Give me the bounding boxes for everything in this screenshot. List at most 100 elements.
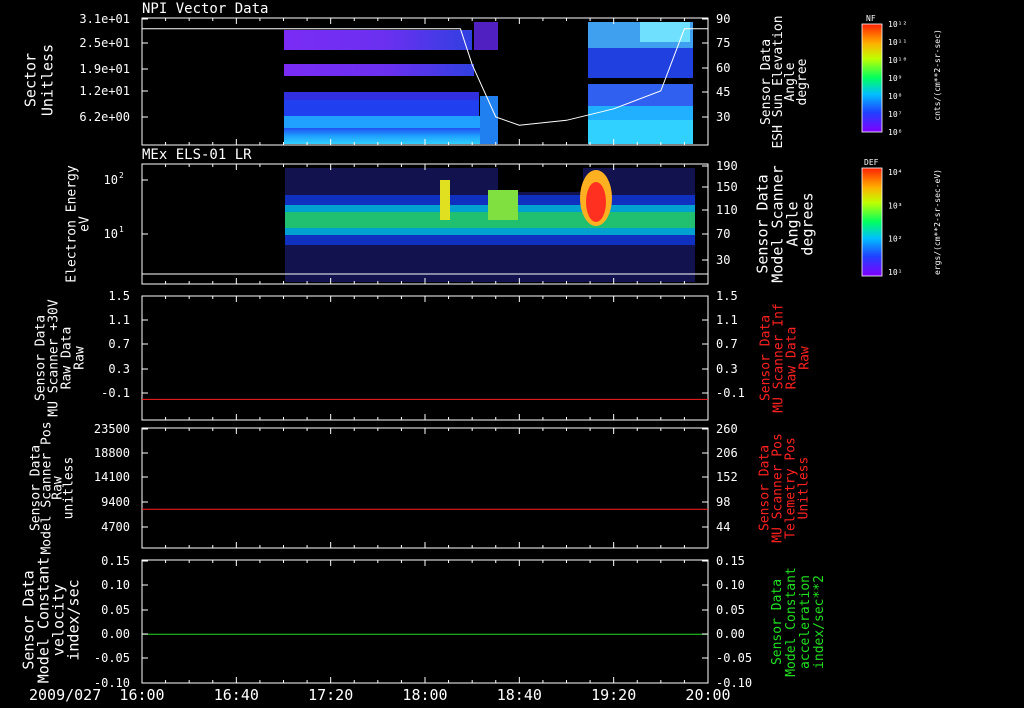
colorbar-nf: NF [861,14,883,133]
panel2-ylabel: Electron EnergyeV [65,165,93,283]
heatmap-hotspot [586,182,606,222]
y-tick-label-right: 206 [716,446,738,460]
heatmap-block [588,48,693,78]
y-tick-label: 23500 [94,422,130,436]
heatmap-block [588,106,693,120]
y-tick-label-right: 60 [716,61,730,75]
y-tick-label: 4700 [101,520,130,534]
panel4-ylabel-right-line: Unitless [797,457,812,520]
colorbar-tick: 10⁴ [888,168,902,177]
y-tick-label-right: 30 [716,253,730,267]
panel1-ylabel-line: Unitless [39,44,57,116]
y-tick-label-right: 1.1 [716,313,738,327]
tplot-figure: NPI Vector Data MEx ELS-01 LR 16:00 16:4… [20,1,943,704]
panel4-frame [141,427,709,549]
y-tick-label: -0.1 [101,386,130,400]
y-tick-label-right: 0.10 [716,578,745,592]
y-tick-label-right: 0.00 [716,627,745,641]
y-tick-label: 0.00 [101,627,130,641]
y-tick-label: 9400 [101,495,130,509]
heatmap-band [284,128,494,144]
time-axis-label: 16:40 [214,686,259,704]
y-tick-label-right: -0.05 [716,651,752,665]
panel3-ylabel-right-line: Raw [798,346,813,370]
time-axis-label: 18:40 [497,686,542,704]
y-tick-label-right: 1.5 [716,289,738,303]
y-tick-label-right: 190 [716,159,738,173]
time-axis-label: 18:00 [402,686,447,704]
panel2-heatmap [285,168,695,282]
heatmap-block [640,22,690,42]
colorbar-nf-units: cnts/(cm**2-sr-sec) [933,29,942,121]
time-axis-label: 17:20 [308,686,353,704]
panel2-title: MEx ELS-01 LR [142,147,252,163]
panel-constant-velocity [141,559,709,684]
y-tick-label: 0.7 [108,337,130,351]
heatmap-edge [474,22,498,50]
panel1-ylabel: Sector Unitless [22,44,57,116]
panel5-ylabel-line: index/sec [65,579,83,660]
y-tick-label: 10 [104,227,118,241]
y-tick-label-right: 44 [716,520,730,534]
heatmap-edge [480,96,498,144]
panel3-ylabel-line: Raw [73,346,88,370]
colorbar-nf-units-line: cnts/(cm**2-sr-sec) [933,29,942,121]
colorbar-def-gradient [861,167,883,277]
y-tick-label: 0.05 [101,603,130,617]
y-tick-label-right: 0.05 [716,603,745,617]
panel2-ylabel-right: Sensor DataModel ScannerAngledegrees [754,165,817,282]
panel5-ylabel-right-line: acceleration [798,575,813,669]
y-tick-label-right: 0.3 [716,362,738,376]
y-tick-label: 1.1 [108,313,130,327]
panel5-ylabel: Sensor DataModel Constantvelocityindex/s… [20,557,83,683]
y-tick-label-right: 30 [716,110,730,124]
heatmap-band [284,92,479,100]
colorbar-tick: 10¹⁰ [888,56,907,65]
panel3-ylabel: Sensor DataMU Scanner +30VRaw DataRaw [34,299,88,417]
colorbar-def-units: ergs/(cm**2-sr-sec-eV) [933,169,942,275]
y-tick-exponent: 1 [119,225,124,234]
colorbar-tick: 10¹¹ [888,38,907,47]
y-tick-label-right: -0.1 [716,386,745,400]
colorbar-tick: 10⁸ [888,92,902,101]
panel3-ylabel-right: Sensor DataMU Scanner InfRaw DataRaw [759,303,813,413]
panel5-ylabel-right-line: Sensor Data [770,579,785,665]
y-tick-label-right: 98 [716,495,730,509]
panel1-ylabel-right-line: degree [795,58,810,105]
time-axis-label: 19:20 [591,686,636,704]
panel5-frame [141,559,709,684]
heatmap-block [588,120,693,144]
colorbar-tick: 10¹ [888,268,902,277]
y-tick-label-right: 260 [716,422,738,436]
y-tick-label: 3.1e+01 [79,12,130,26]
y-tick-label: 2.5e+01 [79,36,130,50]
panel-mu-scanner-30v [141,295,709,421]
colorbar-def: DEF [861,158,883,277]
heatmap-band [284,100,479,116]
colorbar-def-units-line: ergs/(cm**2-sr-sec-eV) [933,169,942,275]
colorbar-tick: 10¹² [888,20,907,29]
panel1-heatmap [284,22,693,144]
y-tick-label: 1.5 [108,289,130,303]
date-label: 2009/027 [29,686,101,704]
colorbar-tick: 10⁹ [888,74,902,83]
colorbar-tick: 10² [888,235,902,244]
heatmap-spike [440,180,450,220]
colorbar-nf-label: NF [866,14,876,23]
y-tick-label-right: 110 [716,203,738,217]
y-tick-label: 18800 [94,446,130,460]
panel5-ylabel-right-line: Model Constant [784,567,799,677]
y-tick-label: 0.10 [101,578,130,592]
panel2-ylabel-right-line: degrees [799,192,817,255]
y-tick-label: -0.05 [94,651,130,665]
heatmap-band [284,116,484,128]
y-tick-label: 0.3 [108,362,130,376]
panel4-ylabel-line: unitless [62,457,77,520]
panel1-ylabel-right: Sensor DataESH Sun ElevationAngledegree [759,15,810,148]
y-tick-label-right: 75 [716,36,730,50]
colorbar-tick: 10⁷ [888,110,902,119]
heatmap-blank [498,168,583,192]
panel3-frame [141,295,709,421]
colorbar-tick: 10³ [888,201,902,210]
panel4-ylabel: Sensor DataModel Scanner PosRawunitless [29,421,77,554]
